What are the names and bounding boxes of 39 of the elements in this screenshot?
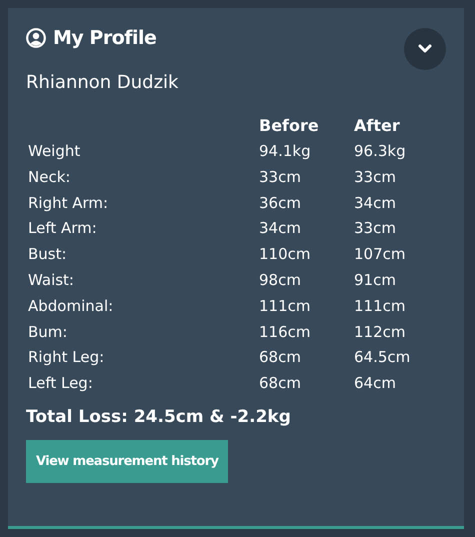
row-label: Left Arm: bbox=[28, 218, 98, 240]
row-label: Right Arm: bbox=[28, 192, 110, 214]
table-cell-text: 110cm bbox=[259, 244, 312, 266]
table-cell-text: 33cm bbox=[259, 166, 302, 188]
chevron-down-icon bbox=[418, 44, 432, 54]
table-cell-text: 68cm bbox=[259, 373, 302, 394]
expand-button[interactable] bbox=[404, 28, 446, 70]
table-cell-text: 112cm bbox=[354, 322, 406, 343]
table-cell-text: 33cm bbox=[354, 166, 397, 188]
table-cell-text: 107cm bbox=[354, 244, 406, 266]
row-label: Bust: bbox=[28, 244, 68, 266]
row-label: Left Leg: bbox=[28, 373, 94, 394]
total-loss: Total Loss: 24.5cm & -2.2kg bbox=[26, 406, 292, 427]
row-label: Bum: bbox=[28, 322, 68, 343]
column-header: Before bbox=[259, 115, 320, 137]
history-button[interactable]: View measurement history bbox=[26, 440, 228, 483]
row-label: Right Leg: bbox=[28, 347, 106, 368]
row-label: Weight bbox=[28, 141, 82, 162]
row-label: Waist: bbox=[28, 270, 75, 291]
table-cell-text: 111cm bbox=[354, 296, 406, 317]
table-cell-text: 96.3kg bbox=[354, 141, 407, 162]
table-cell-text: 68cm bbox=[259, 347, 302, 368]
table-cell-text: 36cm bbox=[259, 192, 302, 214]
table-cell-text: 111cm bbox=[259, 296, 312, 317]
table-cell-text: 98cm bbox=[259, 270, 302, 291]
table-cell-text: 34cm bbox=[259, 218, 302, 240]
table-cell-text: 64cm bbox=[354, 373, 397, 394]
table-cell-text: 33cm bbox=[354, 218, 397, 240]
table-cell-text: 64.5cm bbox=[354, 347, 412, 368]
column-header: After bbox=[354, 115, 401, 137]
table-cell-text: 116cm bbox=[259, 322, 312, 343]
profile-name: Rhiannon Dudzik bbox=[26, 72, 180, 93]
user-icon bbox=[26, 28, 46, 48]
panel-title: My Profile bbox=[53, 27, 156, 49]
table-cell-text: 94.1kg bbox=[259, 141, 312, 162]
row-label: Neck: bbox=[28, 166, 72, 188]
table-cell-text: 34cm bbox=[354, 192, 397, 214]
row-label: Abdominal: bbox=[28, 296, 114, 317]
table-cell-text: 91cm bbox=[354, 270, 397, 291]
